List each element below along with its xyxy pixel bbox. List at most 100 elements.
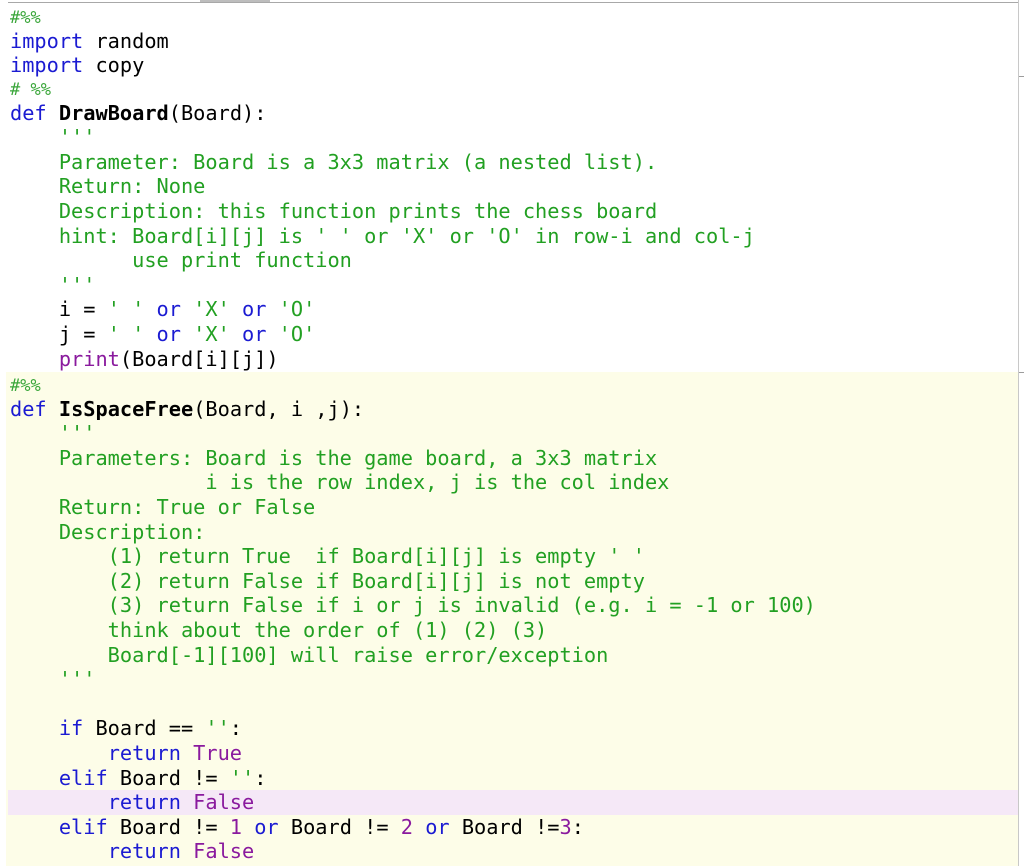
code-line[interactable]: if Board == '': xyxy=(10,716,242,741)
code-line[interactable]: hint: Board[i][j] is ' ' or 'X' or 'O' i… xyxy=(10,224,755,249)
code-token: ' ' xyxy=(107,322,145,346)
code-token: Board[-1][100] will raise error/exceptio… xyxy=(10,642,609,667)
code-token: # %% xyxy=(10,80,51,100)
code-token: (Board, i ,j): xyxy=(193,396,365,421)
code-line[interactable]: i is the row index, j is the col index xyxy=(10,470,669,495)
code-line[interactable]: Parameter: Board is a 3x3 matrix (a nest… xyxy=(10,150,657,175)
code-token: 'X' xyxy=(193,297,230,322)
code-token: or xyxy=(242,814,291,839)
code-token: 'O' xyxy=(278,297,316,322)
code-token: ''' xyxy=(10,272,96,297)
code-token: Return: None xyxy=(10,174,206,199)
code-token: 'O' xyxy=(278,322,316,346)
code-token: print xyxy=(58,346,120,371)
code-token: DrawBoard xyxy=(58,100,169,125)
code-token: #%% xyxy=(10,376,41,396)
code-line[interactable]: #%% xyxy=(10,372,41,397)
code-token: j = xyxy=(10,322,108,346)
code-token: Parameters: Board is the game board, a 3… xyxy=(10,445,658,470)
code-token: (Board[i][j]) xyxy=(119,346,279,371)
code-token: '' xyxy=(229,765,255,790)
code-token: return xyxy=(107,790,181,815)
code-token: ''' xyxy=(10,667,96,692)
code-token: use print function xyxy=(10,248,352,273)
code-line[interactable]: use print function xyxy=(10,248,352,273)
code-line[interactable]: Description: xyxy=(10,519,206,545)
code-token: Return: True or False xyxy=(10,495,316,519)
code-token: ''' xyxy=(10,125,96,150)
code-line[interactable]: (1) return True if Board[i][j] is empty … xyxy=(10,544,645,569)
code-line[interactable]: j = ' ' or 'X' or 'O' xyxy=(10,322,315,347)
code-line[interactable]: Board[-1][100] will raise error/exceptio… xyxy=(10,642,609,668)
code-token: : xyxy=(254,765,267,790)
code-line[interactable]: ''' xyxy=(10,667,96,692)
editor-gutter xyxy=(0,372,6,866)
code-token: False xyxy=(193,839,255,864)
code-line[interactable]: ''' xyxy=(10,125,96,150)
code-token: i is the row index, j is the col index xyxy=(10,470,670,495)
code-line[interactable]: ''' xyxy=(10,421,96,446)
code-token: True xyxy=(193,741,243,765)
code-token: return xyxy=(107,741,181,765)
code-line[interactable]: Parameters: Board is the game board, a 3… xyxy=(10,446,657,471)
code-token: (1) return True if Board[i][j] is empty … xyxy=(10,544,645,569)
code-token: or xyxy=(412,814,462,839)
code-token: ' ' xyxy=(107,297,145,322)
code-line[interactable]: def DrawBoard(Board): xyxy=(10,101,266,126)
code-line[interactable]: # %% xyxy=(10,76,51,101)
code-line[interactable]: return False xyxy=(10,790,255,815)
code-token: import xyxy=(10,28,84,53)
code-token: Parameter: Board is a 3x3 matrix (a nest… xyxy=(10,149,658,174)
code-token: def xyxy=(10,100,47,125)
code-line[interactable]: (2) return False if Board[i][j] is not e… xyxy=(10,569,645,594)
code-line[interactable]: Return: None xyxy=(10,174,206,199)
code-token: (Board): xyxy=(168,100,267,125)
code-line[interactable]: return False xyxy=(10,839,255,864)
code-token: hint: Board[i][j] is ' ' or 'X' or 'O' i… xyxy=(10,223,755,248)
code-token: '' xyxy=(205,716,230,741)
code-token: random xyxy=(83,28,169,53)
code-line[interactable]: print(Board[i][j]) xyxy=(10,347,279,372)
code-token: False xyxy=(193,790,255,815)
code-token: 'X' xyxy=(193,322,230,346)
code-token: import xyxy=(10,53,84,78)
code-editor[interactable]: #%% import random import copy # %% def DrawB… xyxy=(0,0,1024,866)
code-line[interactable]: think about the order of (1) (2) (3) xyxy=(10,618,548,643)
code-token: return xyxy=(107,839,181,864)
code-token: 1 xyxy=(229,814,243,839)
code-token: (3) return False if i or j is invalid (e… xyxy=(10,593,816,618)
code-token: Board != xyxy=(290,814,401,839)
code-token: Board != xyxy=(107,765,230,790)
code-token: #%% xyxy=(10,8,41,28)
code-token: 2 xyxy=(400,814,413,839)
code-line[interactable]: Return: True or False xyxy=(10,495,315,520)
code-line[interactable]: elif Board != '': xyxy=(10,765,267,791)
code-token: (2) return False if Board[i][j] is not e… xyxy=(10,568,645,593)
code-token: elif xyxy=(58,814,108,839)
code-line[interactable]: i = ' ' or 'X' or 'O' xyxy=(10,297,315,322)
code-line[interactable]: import copy xyxy=(10,53,144,78)
code-line[interactable]: (3) return False if i or j is invalid (e… xyxy=(10,593,816,618)
code-line[interactable]: ''' xyxy=(10,272,96,298)
code-line[interactable]: import random xyxy=(10,29,169,54)
code-line[interactable]: Description: this function prints the ch… xyxy=(10,199,657,224)
code-token: Board != xyxy=(461,814,560,839)
code-token: think about the order of (1) (2) (3) xyxy=(10,618,548,642)
code-line[interactable]: elif Board != 1 or Board != 2 or Board !… xyxy=(10,815,584,840)
code-token: Description: xyxy=(10,519,206,544)
code-token: : xyxy=(571,814,584,839)
code-line[interactable]: def IsSpaceFree(Board, i ,j): xyxy=(10,397,364,422)
code-line[interactable]: return True xyxy=(10,741,242,766)
code-line[interactable]: #%% xyxy=(10,4,41,29)
code-token: or xyxy=(229,297,279,322)
